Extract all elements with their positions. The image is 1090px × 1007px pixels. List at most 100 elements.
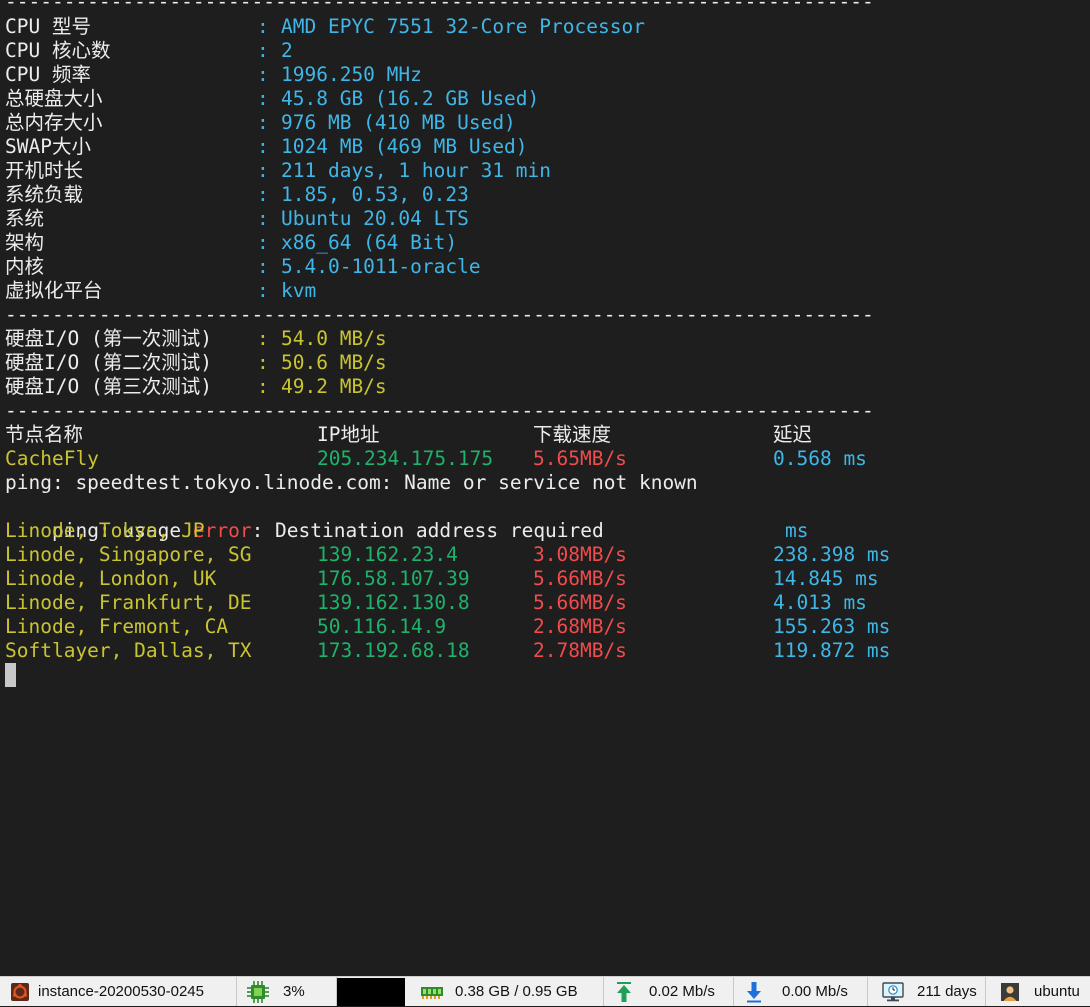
sysinfo-value: 5.4.0-1011-oracle: [281, 255, 481, 278]
sysinfo-label: 总硬盘大小: [5, 87, 103, 110]
row-node: Linode, Tokyo, JP: [5, 519, 205, 542]
disk-io-colon: :: [257, 327, 269, 350]
ubuntu-icon: [10, 982, 30, 1002]
sysinfo-label: CPU 核心数: [5, 39, 111, 62]
sysinfo-label: 架构: [5, 231, 45, 254]
row-latency: 155.263 ms: [773, 615, 891, 638]
cpu-chip-icon: [247, 980, 269, 1003]
sysinfo-colon: :: [257, 207, 269, 230]
row-ip: 176.58.107.39: [317, 567, 470, 590]
sysinfo-label: 开机时长: [5, 159, 84, 182]
sysinfo-value: kvm: [281, 279, 317, 302]
header-node: 节点名称: [5, 423, 84, 446]
sysinfo-value: 1.85, 0.53, 0.23: [281, 183, 469, 206]
header-latency: 延迟: [773, 423, 813, 446]
row-speed: 3.08MB/s: [533, 543, 627, 566]
sysinfo-label: 系统: [5, 207, 45, 230]
ping-error-line: ping: speedtest.tokyo.linode.com: Name o…: [5, 471, 698, 494]
taskbar-uptime[interactable]: 211 days: [868, 977, 986, 1006]
user-name: ubuntu: [1034, 983, 1080, 1000]
sysinfo-colon: :: [257, 63, 269, 86]
row-latency: 0.568 ms: [773, 447, 867, 470]
sysinfo-value: 2: [281, 39, 293, 62]
row-latency: ms: [785, 519, 809, 542]
separator-line: ----------------------------------------…: [5, 399, 874, 422]
sysinfo-colon: :: [257, 231, 269, 254]
row-ip: 139.162.130.8: [317, 591, 470, 614]
disk-io-value: 49.2 MB/s: [281, 375, 387, 398]
row-speed: 5.65MB/s: [533, 447, 627, 470]
row-node: Linode, Frankfurt, DE: [5, 591, 252, 614]
header-ip: IP地址: [317, 423, 380, 446]
row-node: Linode, London, UK: [5, 567, 217, 590]
download-arrow-icon: [744, 981, 764, 1003]
cpu-usage: 3%: [283, 983, 305, 1000]
row-node: Linode, Singapore, SG: [5, 543, 252, 566]
sysinfo-colon: :: [257, 111, 269, 134]
row-node: Softlayer, Dallas, TX: [5, 639, 252, 662]
separator-line: ----------------------------------------…: [5, 303, 874, 326]
row-speed: 5.66MB/s: [533, 567, 627, 590]
row-latency: 4.013 ms: [773, 591, 867, 614]
sysinfo-value: x86_64 (64 Bit): [281, 231, 458, 254]
speed-row-tokyo: Linode, Tokyo, JP ms: [5, 519, 808, 543]
memory-icon: [421, 985, 443, 999]
sysinfo-label: 系统负载: [5, 183, 84, 206]
sysinfo-value: AMD EPYC 7551 32-Core Processor: [281, 15, 645, 38]
sysinfo-label: 内核: [5, 255, 45, 278]
row-node: Linode, Fremont, CA: [5, 615, 229, 638]
taskbar-download[interactable]: 0.00 Mb/s: [734, 977, 868, 1006]
sysinfo-value: 976 MB (410 MB Used): [281, 111, 516, 134]
row-latency: 14.845 ms: [773, 567, 879, 590]
disk-io-colon: :: [257, 375, 269, 398]
monitor-icon: [882, 981, 904, 1002]
upload-arrow-icon: [614, 981, 634, 1003]
sysinfo-label: CPU 型号: [5, 15, 91, 38]
row-ip: 205.234.175.175: [317, 447, 494, 470]
sysinfo-colon: :: [257, 39, 269, 62]
sysinfo-label: CPU 频率: [5, 63, 91, 86]
memory-usage: 0.38 GB / 0.95 GB: [455, 983, 578, 1000]
disk-io-label: 硬盘I/O (第三次测试): [5, 375, 212, 398]
disk-io-label: 硬盘I/O (第一次测试): [5, 327, 212, 350]
sysinfo-value: 1996.250 MHz: [281, 63, 422, 86]
status-taskbar: instance-20200530-0245 3% 0.38 GB / 0.95…: [0, 976, 1090, 1006]
row-ip: 139.162.23.4: [317, 543, 458, 566]
download-rate: 0.00 Mb/s: [782, 983, 848, 1000]
row-speed: 2.78MB/s: [533, 639, 627, 662]
sysinfo-label: 总内存大小: [5, 111, 103, 134]
sysinfo-value: 1024 MB (469 MB Used): [281, 135, 528, 158]
row-latency: 238.398 ms: [773, 543, 891, 566]
taskbar-instance[interactable]: instance-20200530-0245: [0, 977, 237, 1006]
taskbar-user[interactable]: ubuntu: [986, 977, 1090, 1006]
row-ip: 173.192.68.18: [317, 639, 470, 662]
sysinfo-label: SWAP大小: [5, 135, 91, 158]
terminal-window[interactable]: ----------------------------------------…: [0, 0, 1090, 976]
sysinfo-colon: :: [257, 183, 269, 206]
ping-usage-suffix: : Destination address required: [251, 519, 604, 542]
sysinfo-value: Ubuntu 20.04 LTS: [281, 207, 469, 230]
disk-io-colon: :: [257, 351, 269, 374]
ping-usage-error-line: ping: usage error: Destination address r…: [5, 495, 604, 542]
taskbar-memory[interactable]: 0.38 GB / 0.95 GB: [405, 977, 604, 1006]
sysinfo-colon: :: [257, 255, 269, 278]
cpu-graph: [337, 978, 405, 1006]
instance-name: instance-20200530-0245: [38, 983, 204, 1000]
terminal-cursor: [5, 663, 16, 687]
row-ip: 50.116.14.9: [317, 615, 447, 638]
taskbar-upload[interactable]: 0.02 Mb/s: [604, 977, 734, 1006]
user-icon: [1000, 982, 1020, 1002]
disk-io-value: 54.0 MB/s: [281, 327, 387, 350]
sysinfo-label: 虚拟化平台: [5, 279, 103, 302]
row-node: CacheFly: [5, 447, 99, 470]
sysinfo-value: 45.8 GB (16.2 GB Used): [281, 87, 540, 110]
separator-line: ----------------------------------------…: [5, 0, 874, 13]
sysinfo-colon: :: [257, 279, 269, 302]
sysinfo-colon: :: [257, 135, 269, 158]
uptime-value: 211 days: [917, 983, 977, 1000]
row-speed: 5.66MB/s: [533, 591, 627, 614]
speed-table-header: 节点名称 IP地址 下载速度 延迟: [5, 423, 812, 447]
taskbar-cpu[interactable]: 3%: [237, 977, 337, 1006]
row-latency: 119.872 ms: [773, 639, 891, 662]
disk-io-value: 50.6 MB/s: [281, 351, 387, 374]
